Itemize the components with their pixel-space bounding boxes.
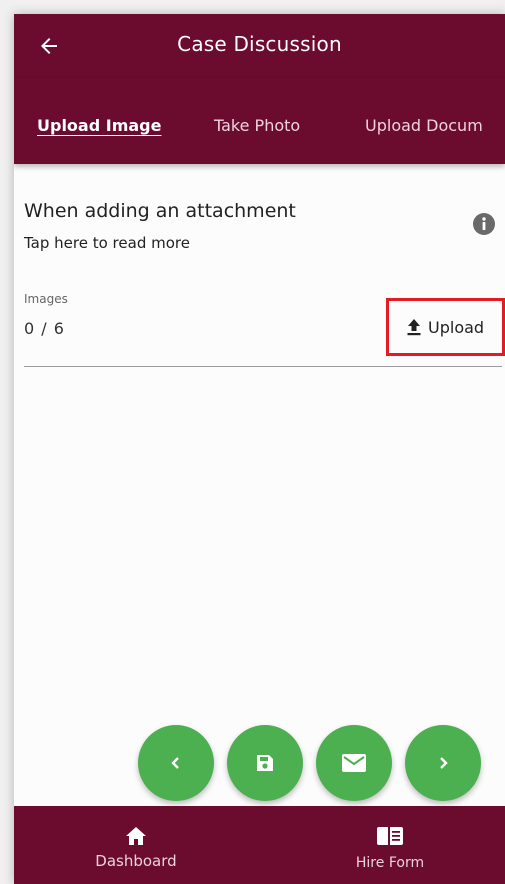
home-icon [126,827,146,845]
tab-take-photo[interactable]: Take Photo [214,116,300,135]
app-bar: Case Discussion [14,14,505,78]
page-title: Case Discussion [177,32,342,56]
mail-icon [342,754,366,772]
chevron-right-icon [440,757,448,769]
images-label: Images [24,292,68,306]
form-icon [377,827,403,845]
save-icon [257,755,273,771]
chevron-left-icon [171,757,179,769]
upload-label: Upload [428,317,485,337]
nav-dashboard-label: Dashboard [95,852,177,870]
email-button[interactable] [316,725,392,801]
info-glyph [482,217,486,230]
upload-button[interactable]: Upload [386,298,505,356]
previous-button[interactable] [138,725,214,801]
nav-hire-form-label: Hire Form [355,855,425,871]
images-count: 0 / 6 [24,319,65,338]
attachment-info-link[interactable]: When adding an attachment Tap here to re… [24,200,494,270]
tab-bar: Upload Image Take Photo Upload Docum [14,78,505,164]
nav-dashboard[interactable]: Dashboard [56,806,216,884]
info-icon[interactable] [473,213,495,235]
bottom-nav: Dashboard Hire Form [14,806,505,884]
info-subtext: Tap here to read more [24,234,190,252]
app-screen: Case Discussion Upload Image Take Photo … [14,14,505,884]
info-heading: When adding an attachment [24,200,296,222]
nav-hire-form[interactable]: Hire Form [310,806,470,884]
divider [24,366,502,367]
tab-upload-image[interactable]: Upload Image [37,116,161,135]
tab-upload-document[interactable]: Upload Docum [365,116,483,135]
next-button[interactable] [405,725,481,801]
upload-icon [407,319,421,336]
save-button[interactable] [227,725,303,801]
